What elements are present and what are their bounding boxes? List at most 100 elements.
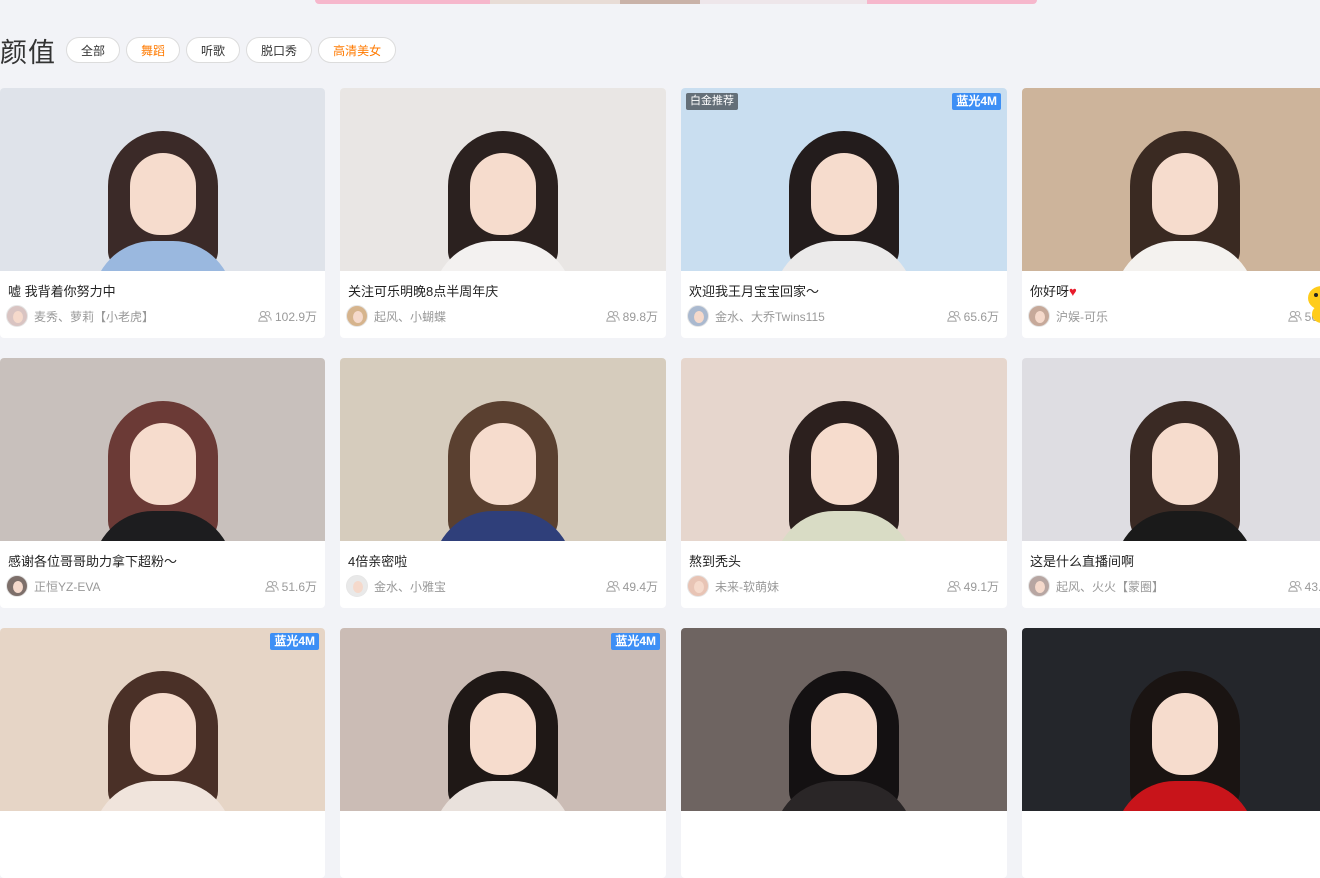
floating-mascot-icon[interactable] xyxy=(1300,280,1320,332)
room-title-text: 这是什么直播间啊 xyxy=(1030,554,1135,569)
room-cover-image[interactable] xyxy=(0,358,325,541)
streamer-figure xyxy=(769,391,919,541)
filter-tag[interactable]: 高清美女 xyxy=(318,37,397,63)
streamer-figure xyxy=(428,391,578,541)
top-banner-strip[interactable] xyxy=(315,0,1037,4)
live-room-card[interactable]: 白金推荐 蓝光4M 欢迎我王月宝宝回家～ 金水、大乔Twins115 65.6万 xyxy=(681,88,1007,338)
viewer-count-text: 49.1万 xyxy=(963,579,999,594)
room-meta: 沪娱-可乐56.4万 xyxy=(1028,304,1320,328)
avatar[interactable] xyxy=(687,575,709,597)
viewer-count: 51.6万 xyxy=(264,578,317,595)
live-room-card[interactable]: 蓝光4M xyxy=(0,628,325,878)
avatar[interactable] xyxy=(346,305,368,327)
room-cover-image[interactable] xyxy=(681,628,1007,811)
quality-badge: 蓝光4M xyxy=(952,93,1001,110)
room-cover-image[interactable] xyxy=(340,358,666,541)
streamer-name[interactable]: 未来-软萌妹 xyxy=(715,578,947,595)
live-room-card[interactable]: 蓝光4M xyxy=(340,628,666,878)
streamer-name[interactable]: 金水、大乔Twins115 xyxy=(715,308,947,325)
room-title[interactable]: 这是什么直播间啊 xyxy=(1030,551,1320,570)
room-title[interactable]: 熬到秃头 xyxy=(689,551,999,570)
room-cover-image[interactable] xyxy=(1022,88,1320,271)
room-meta: 金水、大乔Twins115 65.6万 xyxy=(687,304,999,328)
streamer-name[interactable]: 金水、小雅宝 xyxy=(374,578,606,595)
room-meta: 正恒YZ-EVA 51.6万 xyxy=(6,574,317,598)
live-room-card[interactable]: 嘘 我背着你努力中麦秀、萝莉【小老虎】 102.9万 xyxy=(0,88,325,338)
live-room-card[interactable]: 关注可乐明晚8点半周年庆起风、小蝴蝶 89.8万 xyxy=(340,88,666,338)
live-room-card[interactable] xyxy=(1022,628,1320,878)
filter-tags: 全部 舞蹈 听歌 脱口秀 高清美女 xyxy=(66,37,402,63)
room-cover-image[interactable] xyxy=(0,88,325,271)
streamer-name[interactable]: 沪娱-可乐 xyxy=(1056,308,1288,325)
streamer-figure xyxy=(1110,391,1260,541)
section-header: 颜值 全部 舞蹈 听歌 脱口秀 高清美女 xyxy=(0,32,402,68)
viewers-icon xyxy=(258,310,272,322)
avatar[interactable] xyxy=(346,575,368,597)
filter-tag[interactable]: 脱口秀 xyxy=(246,37,313,63)
live-room-card[interactable]: 感谢各位哥哥助力拿下超粉～ 正恒YZ-EVA 51.6万 xyxy=(0,358,325,608)
streamer-name[interactable]: 麦秀、萝莉【小老虎】 xyxy=(34,308,258,325)
room-title-text: 嘘 我背着你努力中 xyxy=(8,284,116,299)
avatar[interactable] xyxy=(687,305,709,327)
viewer-count-text: 102.9万 xyxy=(274,309,317,324)
live-room-card[interactable]: 你好呀♥ 沪娱-可乐56.4万 xyxy=(1022,88,1320,338)
live-room-card[interactable]: 这是什么直播间啊起风、火火【蒙圈】 43.3万 xyxy=(1022,358,1320,608)
heart-icon: ♥ xyxy=(1069,284,1077,299)
streamer-figure xyxy=(1110,661,1260,811)
live-room-grid: 嘘 我背着你努力中麦秀、萝莉【小老虎】 102.9万 关注可乐明晚8点半周年庆起风、… xyxy=(0,88,1320,878)
streamer-name[interactable]: 起风、小蝴蝶 xyxy=(374,308,606,325)
streamer-figure xyxy=(428,661,578,811)
room-meta: 金水、小雅宝 49.4万 xyxy=(346,574,658,598)
viewer-count: 65.6万 xyxy=(946,308,999,325)
streamer-figure xyxy=(428,121,578,271)
viewer-count-text: 49.4万 xyxy=(622,579,658,594)
viewer-count-text: 51.6万 xyxy=(281,579,317,594)
avatar[interactable] xyxy=(1028,575,1050,597)
viewer-count: 49.4万 xyxy=(605,578,658,595)
room-title[interactable]: 嘘 我背着你努力中 xyxy=(8,281,317,300)
viewers-icon xyxy=(946,310,961,322)
room-title[interactable]: 欢迎我王月宝宝回家～ xyxy=(689,281,999,300)
avatar[interactable] xyxy=(6,575,28,597)
live-room-card[interactable] xyxy=(681,628,1007,878)
room-cover-image[interactable] xyxy=(1022,628,1320,811)
live-room-card[interactable]: 熬到秃头未来-软萌妹 49.1万 xyxy=(681,358,1007,608)
room-title-text: 欢迎我王月宝宝回家～ xyxy=(689,284,820,299)
room-meta: 起风、小蝴蝶 89.8万 xyxy=(346,304,658,328)
room-meta: 麦秀、萝莉【小老虎】 102.9万 xyxy=(6,304,317,328)
viewer-count-text: 43.3万 xyxy=(1304,579,1320,594)
viewers-icon xyxy=(946,580,961,592)
room-title-text: 感谢各位哥哥助力拿下超粉～ xyxy=(8,554,178,569)
room-cover-image[interactable] xyxy=(681,358,1007,541)
viewer-count-text: 65.6万 xyxy=(963,309,999,324)
recommend-badge: 白金推荐 xyxy=(686,93,738,110)
streamer-figure xyxy=(88,391,238,541)
filter-tag[interactable]: 听歌 xyxy=(186,37,241,63)
room-title[interactable]: 4倍亲密啦 xyxy=(348,551,658,570)
streamer-figure xyxy=(88,661,238,811)
viewer-count-text: 89.8万 xyxy=(622,309,658,324)
room-title-text: 关注可乐明晚8点半周年庆 xyxy=(348,284,499,299)
avatar[interactable] xyxy=(6,305,28,327)
room-title[interactable]: 你好呀♥ xyxy=(1030,281,1320,300)
room-cover-image[interactable]: 白金推荐 蓝光4M xyxy=(681,88,1007,271)
room-title[interactable]: 关注可乐明晚8点半周年庆 xyxy=(348,281,658,300)
room-cover-image[interactable]: 蓝光4M xyxy=(340,628,666,811)
filter-tag[interactable]: 舞蹈 xyxy=(126,37,181,63)
room-cover-image[interactable]: 蓝光4M xyxy=(0,628,325,811)
section-title: 颜值 xyxy=(0,37,56,68)
streamer-name[interactable]: 正恒YZ-EVA xyxy=(34,578,265,595)
viewers-icon xyxy=(605,580,620,592)
filter-tag[interactable]: 全部 xyxy=(66,37,121,63)
avatar[interactable] xyxy=(1028,305,1050,327)
viewers-icon xyxy=(605,310,620,322)
streamer-figure xyxy=(88,121,238,271)
viewer-count: 89.8万 xyxy=(605,308,658,325)
streamer-name[interactable]: 起风、火火【蒙圈】 xyxy=(1056,578,1288,595)
room-title[interactable]: 感谢各位哥哥助力拿下超粉～ xyxy=(8,551,317,570)
live-room-card[interactable]: 4倍亲密啦金水、小雅宝 49.4万 xyxy=(340,358,666,608)
room-cover-image[interactable] xyxy=(340,88,666,271)
room-cover-image[interactable] xyxy=(1022,358,1320,541)
streamer-figure xyxy=(769,121,919,271)
streamer-figure xyxy=(1110,121,1260,271)
